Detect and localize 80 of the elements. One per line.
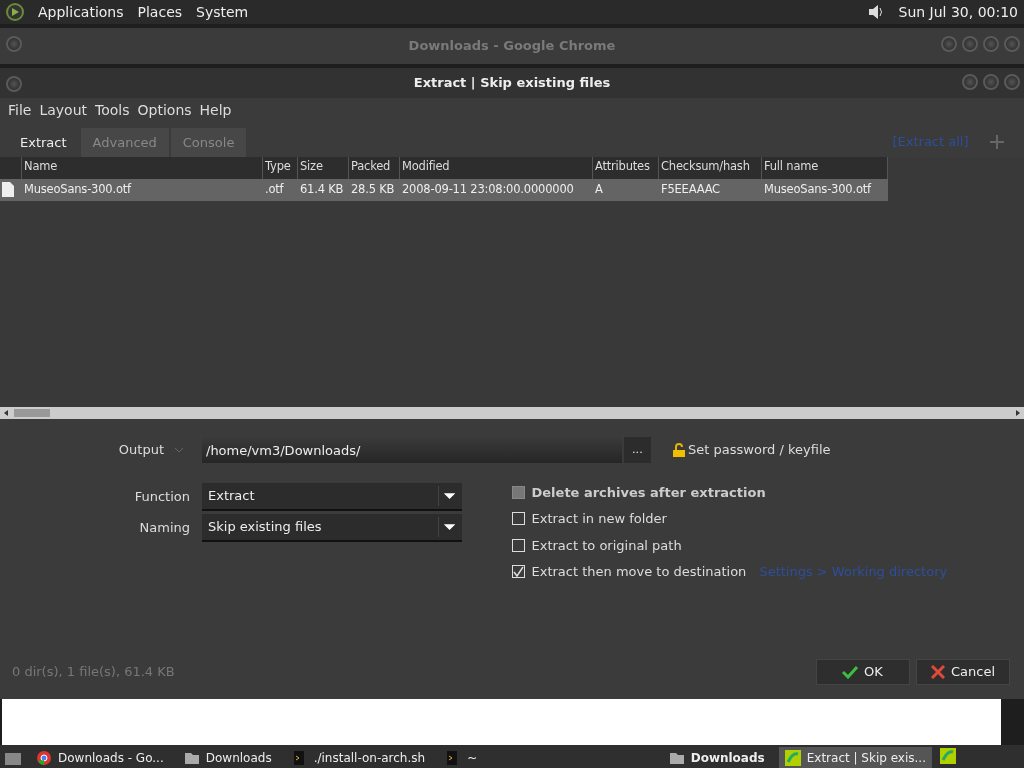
status-text: 0 dir(s), 1 file(s), 61.4 KB xyxy=(12,663,175,682)
taskbar-item[interactable]: ~ xyxy=(439,747,484,768)
taskbar-item[interactable]: Downloads xyxy=(662,747,771,768)
dropdown-value: Extract xyxy=(208,486,255,505)
field-label: Naming xyxy=(138,519,191,537)
desktop-icon xyxy=(4,750,22,766)
table-cell: 2008-09-11 23:08:00.0000000 xyxy=(400,179,593,201)
table-cell: A xyxy=(593,179,659,201)
menu-item[interactable]: Layout xyxy=(35,99,92,121)
column-header[interactable]: Packed xyxy=(349,157,400,179)
checkmark-icon xyxy=(842,665,859,679)
file-icon xyxy=(2,182,14,197)
window-title: Downloads - Google Chrome xyxy=(408,37,616,56)
menu-item[interactable]: File xyxy=(4,99,36,121)
table-cell: MuseoSans-300.otf xyxy=(22,179,263,201)
close-icon xyxy=(930,665,945,679)
menu-item[interactable]: Tools xyxy=(91,99,134,121)
table-cell: 61.4 KB xyxy=(298,179,349,201)
browse-button[interactable]: ... xyxy=(624,437,651,463)
window-title: Extract | Skip existing files xyxy=(413,74,611,93)
checkbox-label: Extract then move to destination xyxy=(531,563,747,581)
dropdown-value: Skip existing files xyxy=(208,518,322,536)
checkmark-icon xyxy=(513,566,524,578)
column-header[interactable]: Full name xyxy=(762,157,888,179)
window-button[interactable] xyxy=(962,74,978,90)
window-button[interactable] xyxy=(1004,36,1020,52)
column-header[interactable]: Size xyxy=(298,157,349,179)
logo-icon xyxy=(6,3,24,21)
leaf-icon xyxy=(784,750,801,766)
speaker-icon xyxy=(866,3,885,21)
window-button[interactable] xyxy=(941,36,957,52)
window-button[interactable] xyxy=(1004,74,1020,90)
dropdown[interactable]: Extract xyxy=(202,482,462,511)
clock: Sun Jul 30, 00:10 xyxy=(898,2,1018,22)
add-icon xyxy=(988,133,1006,151)
column-header[interactable]: Checksum/hash xyxy=(659,157,762,179)
table-cell: MuseoSans-300.otf xyxy=(762,179,888,201)
horizontal-scrollbar[interactable] xyxy=(0,407,1024,419)
scroll-right-icon xyxy=(1014,409,1022,417)
table-cell: F5EEAAAC xyxy=(659,179,762,201)
column-header[interactable] xyxy=(0,157,22,179)
table-row[interactable]: MuseoSans-300.otf .otf 61.4 KB 28.5 KB 2008-09-11 23:08:00.0000000 A F5EEAAAC MuseoSans-300.otf xyxy=(0,179,888,201)
window-button[interactable] xyxy=(983,36,999,52)
taskbar-item[interactable]: Extract | Skip exis... xyxy=(778,747,932,768)
folder-icon xyxy=(183,750,200,766)
menu-item[interactable]: Help xyxy=(195,99,236,121)
checkbox-label: Delete archives after extraction xyxy=(531,483,766,502)
tab[interactable]: Extract xyxy=(8,127,79,157)
checkbox-label: Extract in new folder xyxy=(531,510,667,528)
taskbar-item[interactable]: Downloads xyxy=(177,747,278,768)
dropdown-icon xyxy=(172,445,186,455)
browser-icon xyxy=(36,750,52,766)
scroll-left-icon xyxy=(2,409,10,417)
column-header[interactable]: Name xyxy=(22,157,263,179)
dropdown[interactable]: Skip existing files xyxy=(202,513,462,542)
column-header[interactable]: Type xyxy=(263,157,298,179)
window-menu-button[interactable] xyxy=(6,76,22,92)
window-menu-button[interactable] xyxy=(6,36,22,52)
folder-icon xyxy=(668,750,685,766)
field-label: Function xyxy=(133,487,191,506)
checkbox-label: Extract to original path xyxy=(531,536,682,555)
taskbar-item[interactable]: Downloads - Go... xyxy=(30,747,170,768)
panel-menu[interactable]: Applications xyxy=(38,1,124,23)
scrollbar-thumb[interactable] xyxy=(14,409,50,417)
password-link[interactable]: Set password / keyfile xyxy=(688,440,831,460)
ok-button[interactable]: OK xyxy=(815,659,910,685)
panel-menu[interactable]: Places xyxy=(137,1,183,23)
cancel-button[interactable]: Cancel xyxy=(916,659,1010,685)
menu-item[interactable]: Options xyxy=(133,99,196,121)
window-button[interactable] xyxy=(983,74,999,90)
output-path-field[interactable]: /home/vm3/Downloads/ xyxy=(202,437,622,463)
padlock-icon xyxy=(672,443,685,457)
taskbar-item[interactable]: ./install-on-arch.sh xyxy=(285,747,432,768)
window-button[interactable] xyxy=(962,36,978,52)
table-cell: 28.5 KB xyxy=(349,179,400,201)
column-header[interactable]: Modified xyxy=(400,157,593,179)
field-label: Output xyxy=(117,441,165,460)
column-header[interactable]: Attributes xyxy=(593,157,659,179)
table-cell: .otf xyxy=(263,179,298,201)
panel-menu[interactable]: System xyxy=(196,1,249,23)
